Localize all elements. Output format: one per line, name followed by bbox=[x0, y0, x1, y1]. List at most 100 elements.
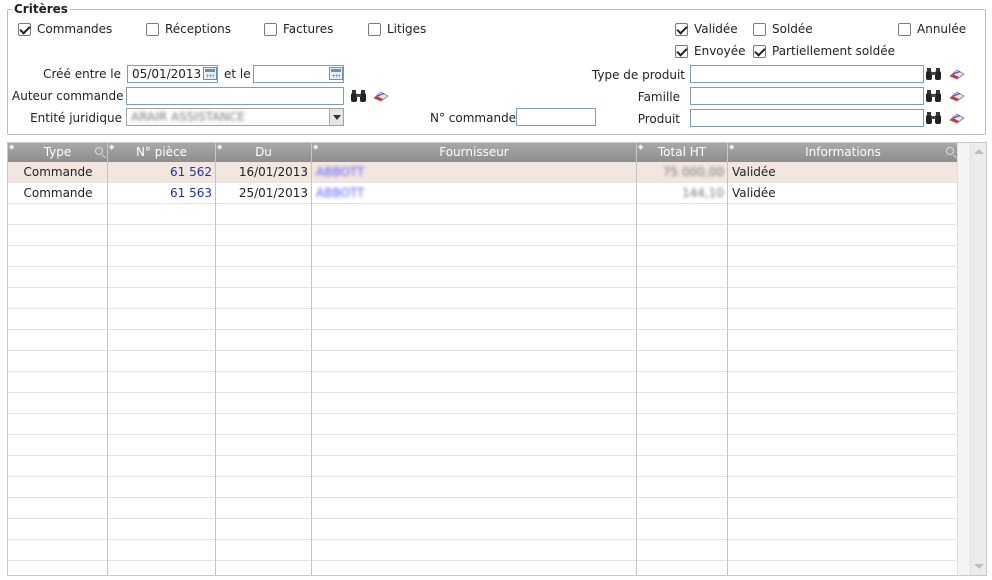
eraser-icon[interactable] bbox=[949, 112, 965, 124]
empty-table-row bbox=[8, 288, 958, 309]
column-header-info-label: Informations bbox=[805, 145, 881, 159]
checkbox-receptions[interactable]: Réceptions bbox=[146, 22, 231, 38]
checkbox-commandes-box[interactable] bbox=[18, 23, 31, 36]
column-header-total[interactable]: ◆ Total HT bbox=[637, 143, 728, 162]
cell-info: Validée bbox=[732, 186, 776, 200]
scroll-down-icon[interactable] bbox=[974, 564, 984, 569]
column-divider bbox=[311, 162, 312, 575]
eraser-icon[interactable] bbox=[373, 90, 389, 102]
empty-table-row bbox=[8, 330, 958, 351]
checkbox-litiges[interactable]: Litiges bbox=[368, 22, 426, 38]
sort-icon: ◆ bbox=[217, 143, 223, 151]
created-between-label: Créé entre le bbox=[43, 67, 121, 81]
checkbox-envoyee-label: Envoyée bbox=[694, 44, 746, 58]
checkbox-soldee-box[interactable] bbox=[753, 23, 766, 36]
magnifier-icon[interactable] bbox=[95, 147, 103, 155]
empty-table-row bbox=[8, 477, 958, 498]
checkbox-validee[interactable]: Validée bbox=[675, 22, 738, 38]
cell-supplier[interactable]: ABBOTT bbox=[312, 162, 637, 183]
checkbox-receptions-box[interactable] bbox=[146, 23, 159, 36]
empty-table-row bbox=[8, 435, 958, 456]
entity-label: Entité juridique bbox=[30, 111, 122, 125]
checkbox-commandes-label: Commandes bbox=[37, 22, 113, 36]
empty-table-row bbox=[8, 351, 958, 372]
scroll-up-icon[interactable] bbox=[974, 149, 984, 154]
column-divider bbox=[215, 162, 216, 575]
results-grid: ◆ Type ◆ N° pièce ◆ Du ◆ Fournisseur ◆ T… bbox=[7, 142, 987, 576]
eraser-icon[interactable] bbox=[949, 90, 965, 102]
table-row[interactable]: Commande 61 563 25/01/2013 ABBOTT 144,10… bbox=[8, 183, 958, 204]
sort-icon: ◆ bbox=[729, 143, 735, 151]
calendar-icon[interactable] bbox=[203, 67, 217, 80]
column-header-info[interactable]: ◆ Informations bbox=[728, 143, 958, 162]
empty-table-row bbox=[8, 393, 958, 414]
binoculars-icon[interactable] bbox=[350, 89, 368, 103]
checkbox-validee-box[interactable] bbox=[675, 23, 688, 36]
checkbox-factures-box[interactable] bbox=[264, 23, 277, 36]
checkbox-partiellement-soldee-box[interactable] bbox=[753, 45, 766, 58]
sort-icon: ◆ bbox=[9, 143, 15, 151]
sort-icon: ◆ bbox=[313, 143, 319, 151]
empty-table-row bbox=[8, 372, 958, 393]
checkbox-receptions-label: Réceptions bbox=[165, 22, 232, 36]
cell-type: Commande bbox=[23, 186, 93, 200]
checkbox-litiges-box[interactable] bbox=[368, 23, 381, 36]
checkbox-partiellement-soldee[interactable]: Partiellement soldée bbox=[753, 44, 895, 60]
cell-date: 16/01/2013 bbox=[238, 165, 308, 179]
entity-value: ARAIR ASSISTANCE bbox=[131, 110, 246, 124]
checkbox-envoyee[interactable]: Envoyée bbox=[675, 44, 746, 60]
cell-supplier[interactable]: ABBOTT bbox=[312, 183, 637, 204]
column-header-supplier[interactable]: ◆ Fournisseur bbox=[312, 143, 637, 162]
cell-info: Validée bbox=[732, 165, 776, 179]
column-header-date-label: Du bbox=[255, 145, 272, 159]
author-input[interactable] bbox=[126, 87, 344, 105]
cell-piece[interactable]: 61 562 bbox=[108, 162, 216, 183]
binoculars-icon[interactable] bbox=[925, 67, 943, 81]
empty-table-row bbox=[8, 561, 958, 575]
eraser-icon[interactable] bbox=[949, 68, 965, 80]
checkbox-soldee-label: Soldée bbox=[772, 22, 813, 36]
cell-type: Commande bbox=[23, 165, 93, 179]
checkbox-soldee[interactable]: Soldée bbox=[753, 22, 813, 38]
checkbox-annulee-label: Annulée bbox=[917, 22, 967, 36]
column-divider bbox=[107, 162, 108, 575]
magnifier-icon[interactable] bbox=[946, 147, 954, 155]
checkbox-factures-label: Factures bbox=[283, 22, 334, 36]
vertical-scrollbar[interactable] bbox=[957, 143, 986, 575]
column-header-piece-label: N° pièce bbox=[135, 145, 188, 159]
column-header-piece[interactable]: ◆ N° pièce bbox=[108, 143, 216, 162]
calendar-icon[interactable] bbox=[329, 67, 343, 80]
product-type-label: Type de produit bbox=[591, 68, 685, 82]
criteria-legend: Critères bbox=[12, 2, 70, 16]
scrollbar-track[interactable] bbox=[970, 143, 986, 575]
checkbox-annulee-box[interactable] bbox=[898, 23, 911, 36]
column-header-supplier-label: Fournisseur bbox=[439, 145, 509, 159]
empty-table-row bbox=[8, 204, 958, 225]
product-input[interactable] bbox=[690, 109, 924, 127]
entity-select[interactable]: ARAIR ASSISTANCE bbox=[126, 108, 344, 126]
checkbox-envoyee-box[interactable] bbox=[675, 45, 688, 58]
family-input[interactable] bbox=[690, 87, 924, 105]
checkbox-factures[interactable]: Factures bbox=[264, 22, 333, 38]
empty-table-row bbox=[8, 519, 958, 540]
cell-total: 144,10 bbox=[682, 186, 724, 200]
product-type-input[interactable] bbox=[690, 65, 924, 83]
checkbox-litiges-label: Litiges bbox=[387, 22, 427, 36]
column-header-date[interactable]: ◆ Du bbox=[216, 143, 312, 162]
empty-table-row bbox=[8, 414, 958, 435]
family-label: Famille bbox=[637, 90, 680, 104]
column-divider bbox=[636, 162, 637, 575]
table-row[interactable]: Commande 61 562 16/01/2013 ABBOTT 75 000… bbox=[8, 162, 958, 183]
chevron-down-icon[interactable] bbox=[329, 109, 343, 125]
criteria-panel: Critères Commandes Réceptions Factures L… bbox=[7, 2, 986, 135]
cell-piece[interactable]: 61 563 bbox=[108, 183, 216, 204]
binoculars-icon[interactable] bbox=[925, 111, 943, 125]
sort-icon: ◆ bbox=[638, 143, 644, 151]
column-header-type-label: Type bbox=[43, 145, 72, 159]
column-header-type[interactable]: ◆ Type bbox=[8, 143, 108, 162]
product-label: Produit bbox=[637, 112, 680, 126]
checkbox-annulee[interactable]: Annulée bbox=[898, 22, 966, 38]
order-no-label: N° commande bbox=[430, 111, 517, 125]
checkbox-commandes[interactable]: Commandes bbox=[18, 22, 112, 38]
binoculars-icon[interactable] bbox=[925, 89, 943, 103]
